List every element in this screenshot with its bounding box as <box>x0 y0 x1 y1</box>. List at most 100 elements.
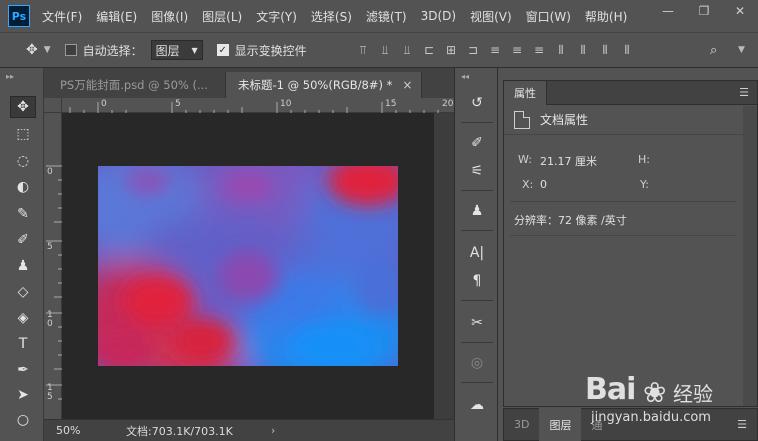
menu-help[interactable]: 帮助(H) <box>585 8 627 25</box>
move-tool-icon[interactable]: ✥ <box>26 42 38 58</box>
auto-select-target-dropdown[interactable]: 图层 ▼ <box>150 40 203 60</box>
ruler-label: 5 <box>47 242 53 252</box>
document-canvas[interactable] <box>98 166 398 366</box>
marquee-tool-icon[interactable]: ⬚ <box>10 123 36 145</box>
brush-presets-icon[interactable]: ⚟ <box>464 160 490 182</box>
distribute-left-icon[interactable]: ⦀ <box>550 43 572 58</box>
align-right-icon[interactable]: ⊐ <box>462 43 484 58</box>
distribute-bottom-icon[interactable]: ≡ <box>528 43 550 58</box>
auto-select-label: 自动选择： <box>82 43 143 58</box>
path-selection-tool-icon[interactable]: ➤ <box>10 384 36 406</box>
clone-stamp-tool-icon[interactable]: ♟ <box>10 255 36 277</box>
x-value[interactable]: 0 <box>540 178 547 191</box>
clone-source-icon[interactable]: ♟ <box>464 200 490 222</box>
menu-bar: Ps 文件(F) 编辑(E) 图像(I) 图层(L) 文字(Y) 选择(S) 滤… <box>0 0 758 32</box>
menu-type[interactable]: 文字(Y) <box>256 8 297 25</box>
menu-view[interactable]: 视图(V) <box>470 8 512 25</box>
workspace-chevron-icon[interactable]: ▼ <box>738 45 745 55</box>
restore-button[interactable]: ❐ <box>686 0 722 22</box>
options-bar: ✥ ▼ 自动选择： 图层 ▼ ✓ 显示变换控件 ⫪ ⫫ ⫫ ⊏ ⊞ ⊐ ≡ ≡ … <box>0 32 758 68</box>
close-window-button[interactable]: ✕ <box>722 0 758 22</box>
auto-select-checkbox[interactable] <box>64 44 77 56</box>
width-value[interactable]: 21.17 厘米 <box>540 153 597 169</box>
minimize-button[interactable]: — <box>650 0 686 22</box>
libraries-icon[interactable]: ◎ <box>464 352 490 374</box>
panel-menu-icon[interactable]: ☰ <box>739 86 749 99</box>
menu-select[interactable]: 选择(S) <box>311 8 352 25</box>
canvas-vertical-scrollbar[interactable] <box>434 113 454 419</box>
document-size-info: 文档:703.1K/703.1K <box>126 424 233 438</box>
zoom-level-field[interactable]: 50% <box>56 424 114 437</box>
quick-selection-tool-icon[interactable]: ◐ <box>10 176 36 198</box>
ruler-label: 0 <box>47 167 53 177</box>
ruler-horizontal[interactable]: 0 5 10 15 20 <box>62 98 454 113</box>
align-vcenter-icon[interactable]: ⫫ <box>374 43 396 58</box>
document-properties-row: 文档属性 <box>504 105 757 135</box>
distribute-hcenter-icon[interactable]: ⦀ <box>572 43 594 58</box>
tab-untitled-1[interactable]: 未标题-1 @ 50%(RGB/8#) * × <box>226 72 422 98</box>
brush-settings-icon[interactable]: ✐ <box>464 132 490 154</box>
menu-edit[interactable]: 编辑(E) <box>96 8 137 25</box>
eraser-tool-icon[interactable]: ◇ <box>10 281 36 303</box>
chevron-down-icon: ▼ <box>191 45 198 55</box>
align-hcenter-icon[interactable]: ⊞ <box>440 43 462 58</box>
photoshop-logo-icon: Ps <box>8 5 30 27</box>
status-menu-arrow-icon[interactable]: › <box>271 424 275 437</box>
ruler-label: 1 0 <box>47 310 53 329</box>
align-top-icon[interactable]: ⫪ <box>352 43 374 58</box>
brush-tool-icon[interactable]: ✐ <box>10 229 36 251</box>
canvas-workspace[interactable] <box>62 113 434 419</box>
collapse-arrows-icon[interactable]: ◂◂ <box>461 72 469 81</box>
align-bottom-icon[interactable]: ⫫ <box>396 43 418 58</box>
eyedropper-tool-icon[interactable]: ✎ <box>10 203 36 225</box>
tab-properties[interactable]: 属性 <box>504 80 547 105</box>
y-label: Y: <box>640 178 649 191</box>
close-icon[interactable]: × <box>402 78 412 92</box>
collapse-arrows-icon[interactable]: ▸▸ <box>6 72 14 81</box>
paragraph-icon[interactable]: ¶ <box>464 270 490 292</box>
move-tool-icon[interactable]: ✥ <box>10 96 36 118</box>
menu-3d[interactable]: 3D(D) <box>421 9 456 23</box>
show-transform-label: 显示变换控件 <box>234 43 307 58</box>
type-tool-icon[interactable]: T <box>10 333 36 355</box>
resolution-text: 分辨率：72 像素 /英寸 <box>514 214 627 227</box>
ruler-origin[interactable] <box>44 98 62 113</box>
properties-panel: 属性 ☰ 文档属性 W: 21.17 厘米 H: X: 0 Y: 分辨率：72 … <box>503 80 758 407</box>
auto-align-icon[interactable]: ⫴ <box>616 43 638 58</box>
align-left-icon[interactable]: ⊏ <box>418 43 440 58</box>
document-icon <box>514 110 530 129</box>
paint-bucket-tool-icon[interactable]: ◈ <box>10 307 36 329</box>
show-transform-checkbox[interactable]: ✓ <box>216 44 229 56</box>
menu-layer[interactable]: 图层(L) <box>202 8 242 25</box>
ruler-ticks <box>46 165 62 400</box>
baidu-jingyan-watermark: Bai ❀ 经验 jingyan.baidu.com <box>585 370 755 434</box>
menu-image[interactable]: 图像(I) <box>151 8 188 25</box>
ellipse-tool-icon[interactable]: ○ <box>10 409 36 431</box>
menu-window[interactable]: 窗口(W) <box>526 8 571 25</box>
tab-3d[interactable]: 3D <box>504 408 539 441</box>
clouds-image <box>98 166 398 366</box>
tab-layers[interactable]: 图层 <box>539 408 582 441</box>
tool-preset-chevron-icon[interactable]: ▼ <box>44 45 51 55</box>
creative-cloud-icon[interactable]: ☁ <box>464 394 490 416</box>
distribute-top-icon[interactable]: ≡ <box>484 43 506 58</box>
pen-tool-icon[interactable]: ✒ <box>10 359 36 381</box>
distribute-vcenter-icon[interactable]: ≡ <box>506 43 528 58</box>
menu-filter[interactable]: 滤镜(T) <box>366 8 407 25</box>
tool-presets-icon[interactable]: ✂ <box>464 312 490 334</box>
distribute-right-icon[interactable]: ⦀ <box>594 43 616 58</box>
ruler-label: 0 <box>101 99 107 109</box>
history-icon[interactable]: ↺ <box>464 92 490 114</box>
properties-scrollbar[interactable] <box>743 106 757 406</box>
tab-ps-cover[interactable]: PS万能封面.psd @ 50% (... <box>48 72 226 98</box>
ruler-vertical[interactable]: 0 5 1 0 1 5 <box>44 113 62 419</box>
character-icon[interactable]: A| <box>464 242 490 264</box>
lasso-tool-icon[interactable]: ◌ <box>10 150 36 172</box>
ruler-label: 15 <box>385 99 397 109</box>
width-label: W: <box>518 153 532 166</box>
menu-file[interactable]: 文件(F) <box>42 8 82 25</box>
search-icon[interactable]: ⌕ <box>710 43 717 58</box>
tools-panel: ▸▸ ✥ ⬚ ◌ ◐ ✎ ✐ ♟ ◇ ◈ T ✒ ➤ ○ <box>0 68 44 441</box>
x-label: X: <box>522 178 534 191</box>
paw-icon: ❀ <box>643 376 667 409</box>
